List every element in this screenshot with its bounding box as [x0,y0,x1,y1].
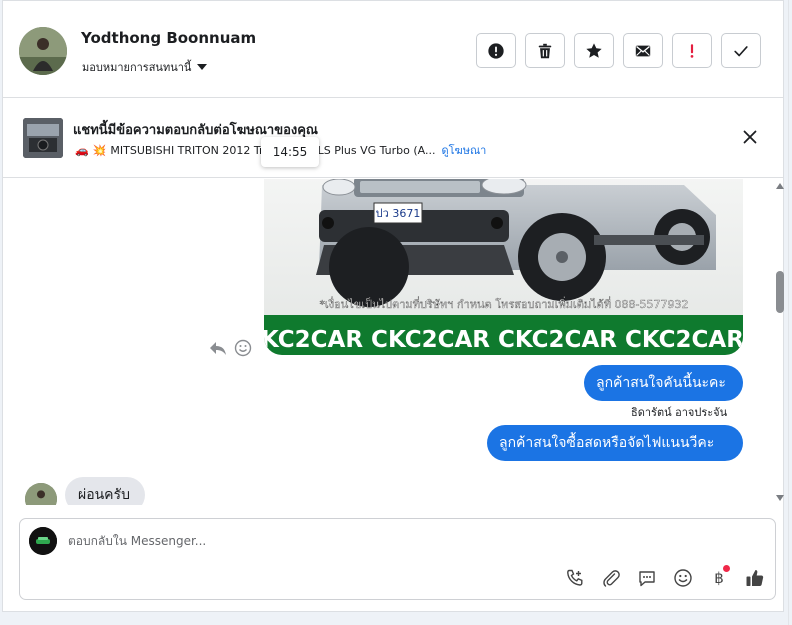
contact-avatar-small [25,483,57,505]
exclamation-icon [690,43,694,58]
check-icon [734,45,748,56]
emoji-reaction-icon[interactable] [234,339,252,357]
conversation-header: Yodthong Boonnuam มอบหมายการสนทนานี้ [3,1,783,98]
reply-icon[interactable] [208,339,228,357]
phone-plus-icon [567,569,583,586]
conversation-panel: Yodthong Boonnuam มอบหมายการสนทนานี้ แชท… [2,0,784,612]
message-reactions [208,339,252,357]
saved-replies-button[interactable] [636,567,658,589]
incoming-message-bubble[interactable]: ผ่อนครับ [65,477,145,505]
message-thread[interactable]: ปว 3671 *เงื่อนไขเป็นไปตามที่บริษัทฯ กำห… [3,179,773,505]
notification-dot [723,565,730,572]
assign-conversation-dropdown[interactable]: มอบหมายการสนทนานี้ [82,58,208,76]
scroll-down-arrow-icon[interactable] [776,495,784,501]
delete-button[interactable] [525,33,565,68]
sender-name: ธิดารัตน์ อาจประจัน [631,406,728,419]
close-banner-button[interactable] [741,128,759,146]
thumbs-up-button[interactable] [744,567,766,589]
envelope-icon [635,45,651,56]
mark-spam-button[interactable] [476,33,516,68]
scroll-up-arrow-icon[interactable] [776,183,784,189]
contact-name[interactable]: Yodthong Boonnuam [81,29,256,47]
sparkle-emoji-icon: 💥 [92,143,107,157]
chat-bubble-icon [639,571,655,587]
composer-toolbar: ฿ [564,565,766,589]
trash-icon [538,43,552,58]
assign-label: มอบหมายการสนทนานี้ [82,61,192,74]
payment-button[interactable]: ฿ [708,565,730,589]
license-plate: ปว 3671 [376,207,421,220]
timestamp-tooltip: 14:55 [261,137,319,167]
caret-down-icon [197,64,208,70]
reply-composer: ฿ [19,518,776,600]
close-icon [743,130,757,144]
ad-thumbnail[interactable] [23,118,63,158]
mark-unread-button[interactable] [623,33,663,68]
star-button[interactable] [574,33,614,68]
messenger-reply-input[interactable] [68,534,668,548]
call-button[interactable] [564,567,586,589]
ad-reply-banner: แชทนี้มีข้อความตอบกลับต่อโฆษณาของคุณ 🚗 💥… [3,98,783,178]
paperclip-icon [603,570,620,587]
image-banner-text: CKC2CAR CKC2CAR CKC2CAR CKC2CAR [264,327,743,353]
page-avatar [29,527,57,555]
car-photo-attachment[interactable]: ปว 3671 *เงื่อนไขเป็นไปตามที่บริษัทฯ กำห… [264,179,743,355]
scrollbar-thumb[interactable] [776,271,784,313]
thumbs-up-icon [746,570,764,586]
follow-up-button[interactable] [672,33,712,68]
outgoing-message-bubble[interactable]: ลูกค้าสนใจคันนี้นะคะ [584,365,743,401]
car-emoji-icon: 🚗 [75,143,89,157]
baht-icon: ฿ [714,569,724,587]
outgoing-message-bubble[interactable]: ลูกค้าสนใจซื้อสดหรือจัดไฟแนนวีคะ [487,425,743,461]
view-ad-link[interactable]: ดูโฆษณา [442,141,487,159]
mark-done-button[interactable] [721,33,761,68]
emoji-button[interactable] [672,567,694,589]
contact-avatar[interactable] [19,27,67,75]
thread-scrollbar[interactable] [773,179,787,505]
alert-circle-icon [488,42,504,59]
smiley-icon [674,569,692,587]
attach-file-button[interactable] [600,567,622,589]
window-edge [788,0,789,625]
image-caption: *เงื่อนไขเป็นไปตามที่บริษัทฯ กำหนด โทรสอ… [320,296,689,311]
star-icon [586,42,602,58]
header-actions [476,33,761,68]
